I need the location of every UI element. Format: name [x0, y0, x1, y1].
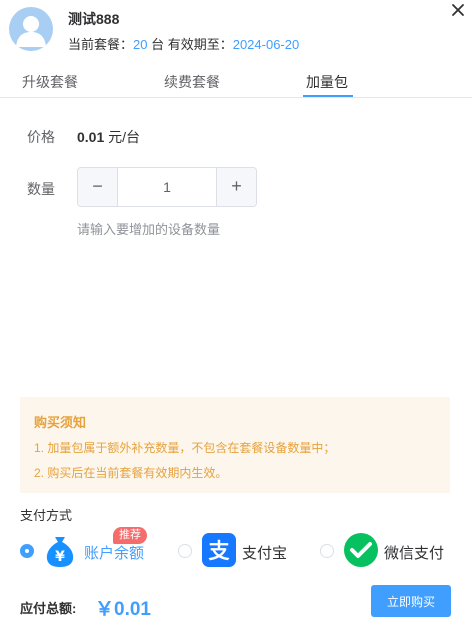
- quantity-decrease-button[interactable]: −: [78, 168, 118, 206]
- dialog-header: 测试888 当前套餐：20 台 有效期至：2024-06-20: [0, 0, 472, 62]
- buy-now-button[interactable]: 立即购买: [371, 585, 451, 617]
- price-value: 0.01 元/台: [77, 127, 140, 147]
- recommended-badge: 推荐: [113, 527, 147, 544]
- price-amount: 0.01: [77, 129, 105, 145]
- plan-device-count: 20: [133, 37, 148, 52]
- payment-option-alipay[interactable]: 支 支付宝: [178, 530, 298, 570]
- current-plan-info: 当前套餐：20 台 有效期至：2024-06-20: [68, 34, 299, 53]
- quantity-stepper: − +: [77, 167, 257, 207]
- close-icon[interactable]: [450, 2, 466, 18]
- price-label: 价格: [27, 129, 55, 145]
- wechat-pay-label: 微信支付: [384, 545, 445, 562]
- wechat-radio[interactable]: [320, 544, 334, 558]
- svg-text:¥: ¥: [55, 549, 65, 565]
- plan-prefix: 当前套餐：: [68, 37, 134, 52]
- user-avatar-icon: [9, 7, 53, 51]
- tab-renew-plan[interactable]: 续费套餐: [164, 72, 220, 92]
- total-amount-label: 应付总额:: [20, 601, 77, 616]
- quantity-increase-button[interactable]: +: [216, 168, 256, 206]
- payment-option-wechat[interactable]: 微信支付: [320, 530, 460, 570]
- alipay-radio[interactable]: [178, 544, 192, 558]
- quantity-label: 数量: [27, 181, 55, 197]
- quantity-hint: 请输入要增加的设备数量: [77, 222, 221, 237]
- user-name: 测试888: [68, 11, 120, 27]
- wechat-pay-icon: [344, 533, 378, 567]
- balance-label: 账户余额: [84, 545, 145, 562]
- plan-expiry-date: 2024-06-20: [232, 37, 300, 52]
- tab-add-on-pack[interactable]: 加量包: [306, 72, 348, 92]
- svg-text:支: 支: [209, 539, 231, 563]
- plan-unit-expiry-label: 台 有效期至：: [147, 37, 233, 52]
- price-unit: 元/台: [104, 129, 141, 145]
- balance-radio[interactable]: [20, 544, 34, 558]
- purchase-notice: 购买须知 1. 加量包属于额外补充数量，不包含在套餐设备数量中； 2. 购买后在…: [20, 397, 450, 493]
- money-bag-icon: ¥: [46, 537, 74, 567]
- quantity-input[interactable]: [118, 168, 216, 206]
- notice-item: 1. 加量包属于额外补充数量，不包含在套餐设备数量中；: [34, 441, 336, 455]
- payment-method-label: 支付方式: [20, 508, 73, 523]
- alipay-icon: 支: [202, 533, 236, 567]
- alipay-label: 支付宝: [242, 545, 288, 562]
- active-tab-indicator: [303, 95, 353, 97]
- notice-item: 2. 购买后在当前套餐有效期内生效。: [34, 466, 228, 480]
- tab-bar: 升级套餐 续费套餐 加量包: [0, 62, 472, 98]
- notice-title: 购买须知: [34, 415, 87, 430]
- tab-upgrade-plan[interactable]: 升级套餐: [22, 72, 78, 92]
- total-amount-value: ￥0.01: [95, 599, 151, 620]
